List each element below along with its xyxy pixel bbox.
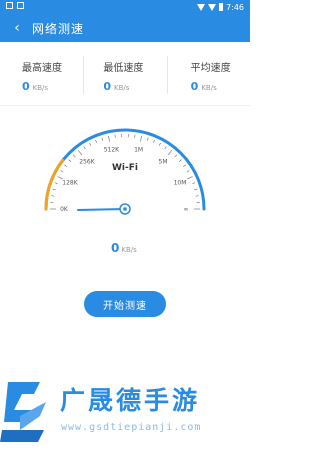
speed-stats: 最高速度 0 KB/s 最低速度 0 KB/s 平均速度 0 KB/s xyxy=(0,50,250,105)
gauge-tick xyxy=(95,139,97,143)
notification-icon xyxy=(17,2,24,9)
stat-value: 0 KB/s xyxy=(103,80,130,93)
gauge-tick xyxy=(164,146,167,150)
gauge-tick xyxy=(194,188,198,191)
gauge-tick xyxy=(146,137,149,141)
start-test-button[interactable]: 开始测速 xyxy=(84,291,166,317)
stat-value: 0 KB/s xyxy=(22,80,49,93)
gauge-tick xyxy=(64,164,67,167)
status-bar: 7:46 xyxy=(0,0,250,14)
gauge-tick-label: 1M xyxy=(134,147,143,154)
app-bar: ‹ 网络测速 xyxy=(0,14,250,42)
gauge-tick xyxy=(72,154,76,158)
gauge-tick xyxy=(167,150,172,156)
page-title: 网络测速 xyxy=(32,21,85,36)
gauge-arc-orange xyxy=(44,158,65,211)
stat-min: 最低速度 0 KB/s xyxy=(83,50,166,105)
gauge-tick xyxy=(153,139,155,143)
gauge-tick xyxy=(101,137,104,141)
gauge-tick xyxy=(108,135,110,142)
gauge-tick xyxy=(186,170,190,173)
stat-value: 0 KB/s xyxy=(190,80,217,93)
gauge-tick-labels: 0K 128K 256K 512K 1M 5M 10M ∞ xyxy=(60,147,188,214)
gauge-tick xyxy=(52,188,56,191)
watermark-url: www.gsdtiepianji.com xyxy=(61,422,202,433)
back-button[interactable]: ‹ xyxy=(6,14,28,42)
gauge-needle xyxy=(77,208,126,211)
gauge-tick xyxy=(158,142,161,146)
gauge-tick xyxy=(140,135,142,142)
stat-max: 最高速度 0 KB/s xyxy=(0,50,83,105)
gauge-tick xyxy=(51,195,55,197)
divider xyxy=(0,105,250,106)
gauge-tick-label: 256K xyxy=(79,158,95,165)
gauge-tick xyxy=(183,164,186,167)
gauge-tick xyxy=(60,170,64,173)
battery-icon xyxy=(219,3,224,11)
gauge-tick xyxy=(89,142,92,146)
network-type-label: Wi-Fi xyxy=(112,163,138,173)
gauge-tick xyxy=(187,176,193,180)
gauge-tick xyxy=(195,195,199,197)
notification-icon xyxy=(6,2,13,9)
stat-label: 最高速度 xyxy=(22,63,62,74)
wifi-icon xyxy=(197,3,206,11)
gauge-tick-label: 0K xyxy=(60,206,69,213)
gauge-tick-label: 10M xyxy=(174,180,187,187)
gauge-tick-label: ∞ xyxy=(184,206,189,213)
gauge-tick-label: 128K xyxy=(62,180,78,187)
current-speed: 0 KB/s xyxy=(111,241,137,255)
gauge-tick xyxy=(83,146,86,150)
gauge-tick-label: 512K xyxy=(104,147,120,154)
gauge-tick xyxy=(68,159,71,162)
stat-avg: 平均速度 0 KB/s xyxy=(166,50,250,105)
gauge-tick-label: 5M xyxy=(159,158,168,165)
gauge-tick xyxy=(78,150,83,156)
status-time: 7:46 xyxy=(226,2,244,12)
gauge-tick xyxy=(54,182,58,184)
chevron-left-icon: ‹ xyxy=(14,20,20,36)
stat-label: 最低速度 xyxy=(103,63,144,74)
speed-gauge: 0K 128K 256K 512K 1M 5M 10M ∞ Wi-Fi xyxy=(44,128,206,215)
gauge-tick xyxy=(192,182,196,184)
gauge-tick xyxy=(174,154,178,158)
watermark-brand: 广晟德手游 xyxy=(60,386,201,415)
gauge-tick xyxy=(179,159,182,162)
signal-icon xyxy=(208,3,217,11)
stat-label: 平均速度 xyxy=(190,63,231,74)
gauge-hub-dot xyxy=(123,207,127,211)
